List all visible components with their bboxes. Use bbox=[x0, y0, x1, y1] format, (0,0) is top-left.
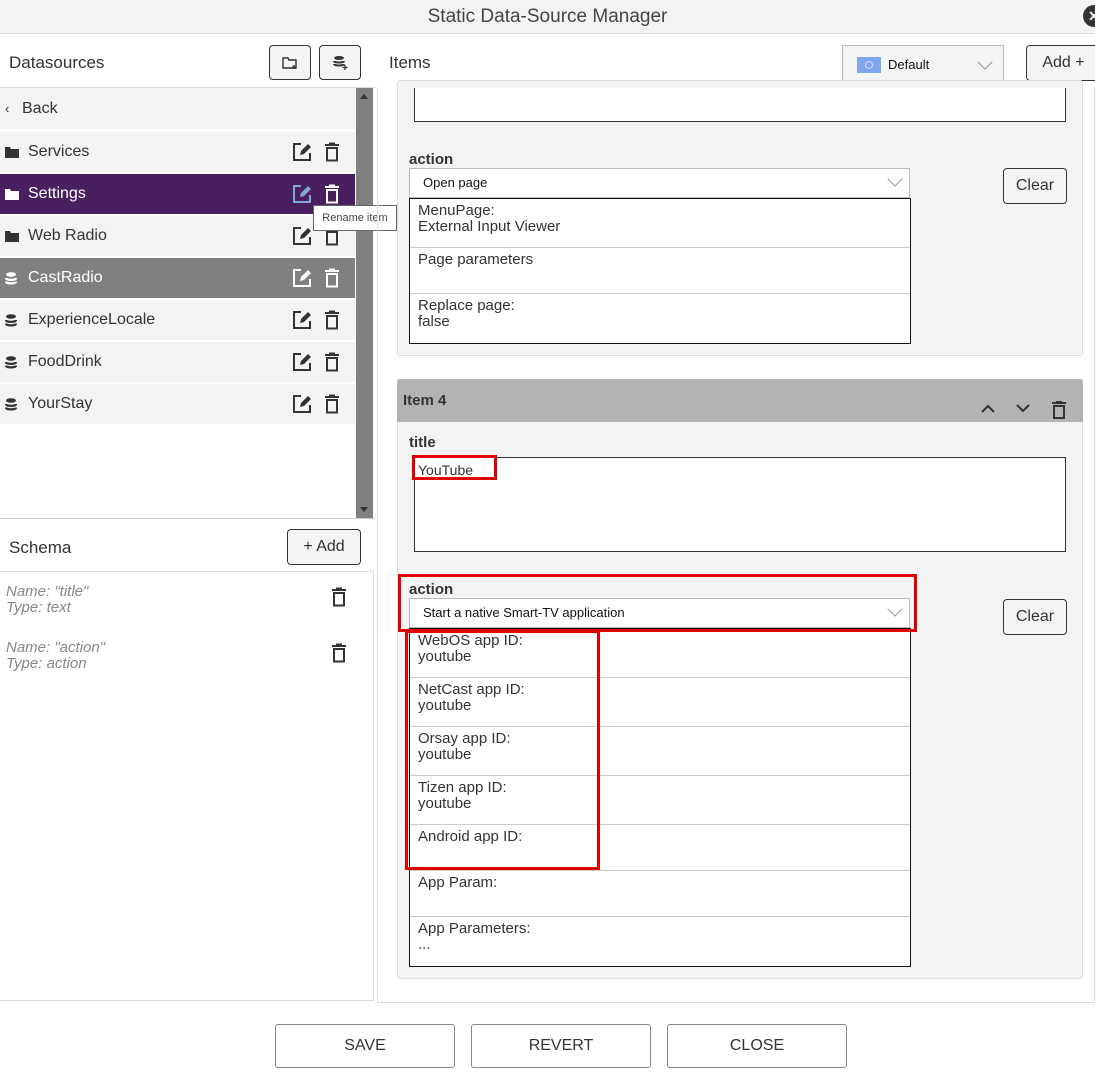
edit-icon[interactable] bbox=[287, 268, 317, 288]
items-heading: Items bbox=[389, 53, 431, 72]
datasource-item[interactable]: Web Radio bbox=[0, 216, 355, 256]
title-label: title bbox=[409, 434, 436, 451]
add-datasource-button[interactable] bbox=[319, 45, 361, 80]
title-textarea-item-4[interactable]: YouTube bbox=[414, 457, 1066, 552]
trash-icon[interactable] bbox=[317, 268, 347, 288]
scroll-down-icon[interactable] bbox=[360, 507, 368, 512]
folder-icon bbox=[0, 146, 28, 158]
action-option[interactable]: Replace page: false bbox=[410, 294, 910, 343]
action-options-item-3: MenuPage: External Input Viewer Page param… bbox=[409, 198, 911, 344]
scrollbar[interactable] bbox=[356, 88, 373, 518]
trash-icon[interactable] bbox=[317, 310, 347, 330]
trash-icon[interactable] bbox=[331, 643, 347, 668]
schema-list bbox=[0, 571, 374, 1001]
action-select-item-3[interactable]: Open page bbox=[409, 168, 910, 198]
trash-icon[interactable] bbox=[331, 587, 347, 612]
action-option[interactable]: Page parameters bbox=[410, 248, 910, 294]
trash-icon[interactable] bbox=[317, 184, 347, 204]
trash-icon[interactable] bbox=[317, 394, 347, 414]
action-option[interactable]: App Parameters:... bbox=[410, 917, 910, 966]
folder-icon bbox=[0, 230, 28, 242]
schema-heading: Schema bbox=[9, 538, 72, 557]
un-flag-icon bbox=[857, 56, 881, 73]
highlight-box bbox=[412, 455, 497, 480]
item-4-header: Item 4 bbox=[397, 379, 1083, 422]
close-button[interactable]: CLOSE bbox=[667, 1024, 847, 1068]
edit-icon[interactable] bbox=[287, 352, 317, 372]
folder-icon bbox=[0, 188, 28, 200]
scroll-up-icon[interactable] bbox=[360, 94, 368, 99]
clear-button-item-3[interactable]: Clear bbox=[1003, 168, 1067, 204]
edit-icon[interactable] bbox=[287, 184, 317, 204]
action-label: action bbox=[409, 151, 454, 168]
database-icon bbox=[0, 271, 28, 285]
datasource-item[interactable]: Settings bbox=[0, 174, 355, 214]
datasource-item[interactable]: YourStay bbox=[0, 384, 355, 424]
action-option[interactable]: MenuPage: External Input Viewer bbox=[410, 199, 910, 248]
delete-item-icon[interactable] bbox=[1051, 401, 1067, 419]
edit-icon[interactable] bbox=[287, 142, 317, 162]
move-up-icon[interactable] bbox=[981, 404, 995, 413]
schema-item: Name: "action" Type: action bbox=[6, 639, 106, 672]
database-icon bbox=[0, 313, 28, 327]
datasource-item[interactable]: FoodDrink bbox=[0, 342, 355, 382]
datasources-heading: Datasources bbox=[9, 53, 105, 72]
datasource-item[interactable]: ExperienceLocale bbox=[0, 300, 355, 340]
move-down-icon[interactable] bbox=[1016, 404, 1030, 413]
add-item-button[interactable]: Add + bbox=[1026, 45, 1095, 81]
revert-button[interactable]: REVERT bbox=[471, 1024, 651, 1068]
add-schema-button[interactable]: + Add bbox=[287, 529, 361, 565]
datasource-item[interactable]: CastRadio bbox=[0, 258, 355, 298]
back-button[interactable]: ‹ Back bbox=[0, 88, 355, 129]
save-button[interactable]: SAVE bbox=[275, 1024, 455, 1068]
title-textarea-item-3[interactable] bbox=[414, 88, 1066, 122]
clear-button-item-4[interactable]: Clear bbox=[1003, 599, 1067, 635]
database-icon bbox=[0, 397, 28, 411]
database-icon bbox=[0, 355, 28, 369]
trash-icon[interactable] bbox=[317, 352, 347, 372]
edit-icon[interactable] bbox=[287, 394, 317, 414]
add-folder-button[interactable] bbox=[269, 45, 311, 80]
highlight-box bbox=[398, 574, 917, 632]
chevron-down-icon bbox=[977, 54, 993, 70]
action-option[interactable]: App Param: bbox=[410, 871, 910, 917]
trash-icon[interactable] bbox=[317, 142, 347, 162]
edit-icon[interactable] bbox=[287, 310, 317, 330]
window-title: Static Data-Source Manager bbox=[0, 0, 1095, 34]
add-folder-icon bbox=[282, 56, 297, 69]
schema-item: Name: "title" Type: text bbox=[6, 583, 89, 616]
add-database-icon bbox=[333, 55, 348, 70]
locale-select[interactable]: Default bbox=[842, 45, 1004, 84]
chevron-down-icon bbox=[887, 171, 903, 187]
highlight-box bbox=[405, 630, 600, 870]
datasource-item[interactable]: Services bbox=[0, 132, 355, 172]
